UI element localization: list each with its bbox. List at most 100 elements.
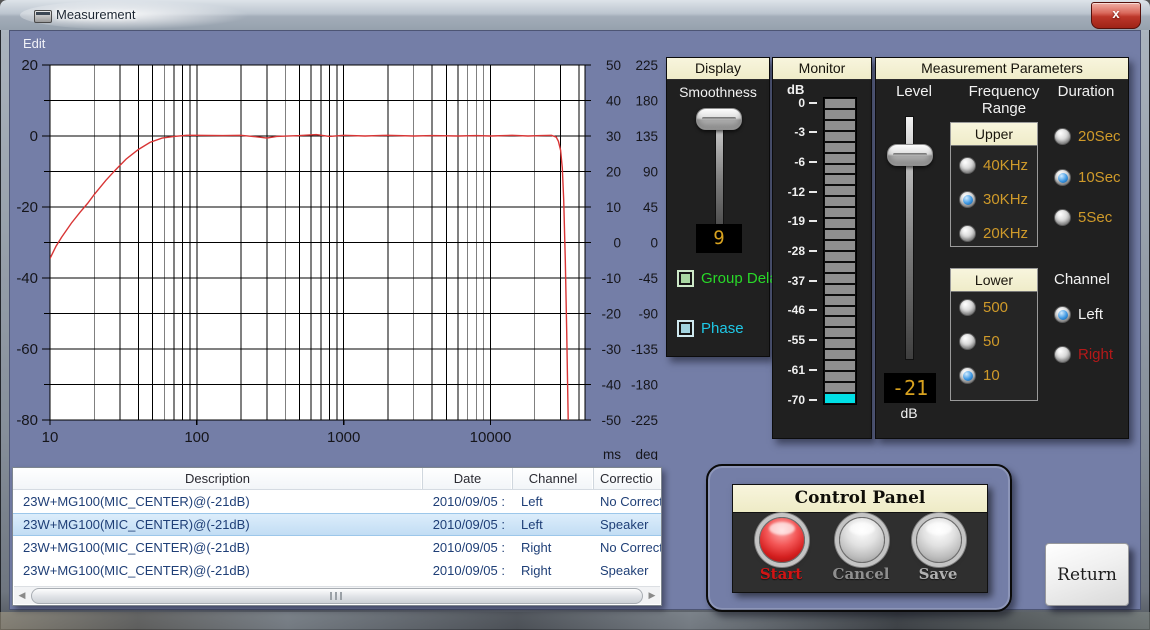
frequency-response-chart: 200-20-40-60-8050403020100-10-20-30-40-5… (16, 57, 658, 460)
checkbox-phase[interactable]: Phase (677, 320, 763, 337)
level-slider-handle[interactable] (887, 144, 933, 166)
scrollbar-thumb[interactable] (31, 588, 643, 604)
meter-segment (825, 240, 855, 250)
meter-segment (825, 208, 855, 218)
cell-channel: Left (521, 494, 543, 509)
menu-edit[interactable]: Edit (17, 34, 51, 53)
start-button[interactable] (759, 517, 805, 563)
column-header-date: Date (423, 468, 513, 489)
scroll-left-arrow[interactable]: ◀ (14, 587, 30, 603)
table-row[interactable]: 23W+MG100(MIC_CENTER)@(-21dB) 2010/09/05 … (13, 536, 661, 559)
table-header: Description Date Channel Correctio (13, 468, 661, 490)
radio-duration-20sec[interactable]: 20Sec (1054, 128, 1121, 145)
cell-correction: Speaker (600, 517, 649, 532)
svg-text:20: 20 (21, 57, 38, 74)
svg-text:-180: -180 (631, 378, 658, 393)
lower-group-title: Lower (951, 269, 1037, 292)
meter-scale-value: -55 (787, 333, 805, 348)
svg-text:-40: -40 (16, 270, 38, 287)
radio-upper-label: 20KHz (983, 225, 1029, 242)
svg-text:-90: -90 (638, 307, 658, 322)
frame-reflection (0, 612, 1150, 630)
radio-icon-selected (959, 367, 976, 384)
meter-segment (825, 131, 855, 141)
channel-label: Channel (1054, 271, 1110, 288)
radio-lower-500[interactable]: 500 (959, 299, 1008, 316)
meter-tick (809, 279, 817, 282)
meter-tick (809, 131, 817, 134)
svg-text:deg: deg (635, 447, 658, 460)
table-row[interactable]: 23W+MG100(MIC_CENTER)@(-21dB) 2010/09/05 … (13, 559, 661, 582)
meter-scale-label: -28 (775, 244, 817, 258)
table-row[interactable]: 23W+MG100(MIC_CENTER)@(-21dB) 2010/09/05 … (13, 513, 661, 536)
cell-channel: Left (521, 517, 543, 532)
table-row[interactable]: 23W+MG100(MIC_CENTER)@(-21dB) 2010/09/05 … (13, 490, 661, 513)
close-button[interactable]: x (1091, 2, 1141, 29)
radio-icon (1054, 209, 1071, 226)
control-panel: Control Panel Start Cancel Save (732, 484, 988, 593)
meter-segment (825, 339, 855, 349)
lower-frequency-group: Lower 500 50 10 (950, 268, 1038, 401)
svg-text:0: 0 (650, 236, 658, 251)
cell-description: 23W+MG100(MIC_CENTER)@(-21dB) (23, 540, 250, 555)
return-button-label: Return (1057, 564, 1117, 585)
radio-icon (959, 299, 976, 316)
meter-scale-value: -37 (787, 273, 805, 288)
svg-text:225: 225 (635, 58, 658, 73)
svg-text:180: 180 (635, 94, 658, 109)
svg-text:135: 135 (635, 129, 658, 144)
return-button[interactable]: Return (1045, 543, 1129, 606)
cell-correction: No Correct (600, 540, 661, 555)
radio-upper-30khz[interactable]: 30KHz (959, 191, 1028, 208)
meter-scale-label: -55 (775, 333, 817, 348)
smoothness-slider-handle[interactable] (696, 108, 742, 130)
radio-lower-label: 10 (983, 367, 1000, 384)
meter-tick (809, 398, 817, 401)
parameters-panel-title: Measurement Parameters (876, 58, 1128, 80)
smoothness-value: 9 (696, 224, 742, 253)
save-button[interactable] (916, 517, 962, 563)
checkbox-group-delay[interactable]: Group Delay (677, 270, 785, 287)
cancel-button[interactable] (839, 517, 885, 563)
scroll-right-arrow[interactable]: ▶ (644, 587, 660, 603)
meter-scale-label: -12 (775, 184, 817, 199)
radio-channel-left[interactable]: Left (1054, 306, 1103, 323)
radio-duration-10sec[interactable]: 10Sec (1054, 169, 1121, 186)
radio-channel-right[interactable]: Right (1054, 346, 1113, 363)
meter-scale-value: -3 (794, 125, 805, 140)
radio-upper-20khz[interactable]: 20KHz (959, 225, 1028, 242)
svg-text:-30: -30 (601, 342, 621, 357)
meter-segment (825, 295, 855, 305)
radio-lower-label: 50 (983, 333, 1000, 350)
upper-group-title: Upper (951, 123, 1037, 146)
meter-segment (825, 197, 855, 207)
cell-correction: No Correct (600, 494, 661, 509)
meter-segment (825, 306, 855, 316)
radio-lower-50[interactable]: 50 (959, 333, 1000, 350)
column-header-channel: Channel (513, 468, 594, 489)
meter-segment (825, 372, 855, 381)
svg-text:-60: -60 (16, 341, 38, 358)
svg-text:0: 0 (30, 128, 38, 145)
radio-upper-40khz[interactable]: 40KHz (959, 157, 1028, 174)
meter-segment (825, 382, 855, 392)
parameters-panel: Measurement Parameters Level Frequency R… (875, 57, 1129, 439)
meter-segment (825, 230, 855, 239)
radio-icon-selected (1054, 306, 1071, 323)
radio-lower-10[interactable]: 10 (959, 367, 1000, 384)
meter-tick (809, 220, 817, 223)
radio-duration-5sec[interactable]: 5Sec (1054, 209, 1112, 226)
column-header-description: Description (13, 468, 423, 489)
meter-tick (809, 250, 817, 252)
window-title: Measurement (56, 7, 136, 22)
meter-tick (809, 339, 817, 342)
meter-scale-value: -12 (787, 184, 805, 199)
meter-scale-label: -6 (775, 155, 817, 169)
cell-date: 2010/09/05 : (432, 517, 505, 532)
svg-text:10000: 10000 (470, 429, 512, 446)
title-bar[interactable]: Measurement (0, 0, 1150, 30)
measurement-window: Measurement x Edit 20 0 -20 -40 -60 -80 50 40 30… (0, 0, 1150, 630)
cell-date: 2010/09/05 : (432, 540, 505, 555)
meter-scale-label: -3 (775, 125, 817, 140)
radio-duration-label: 5Sec (1078, 209, 1113, 226)
